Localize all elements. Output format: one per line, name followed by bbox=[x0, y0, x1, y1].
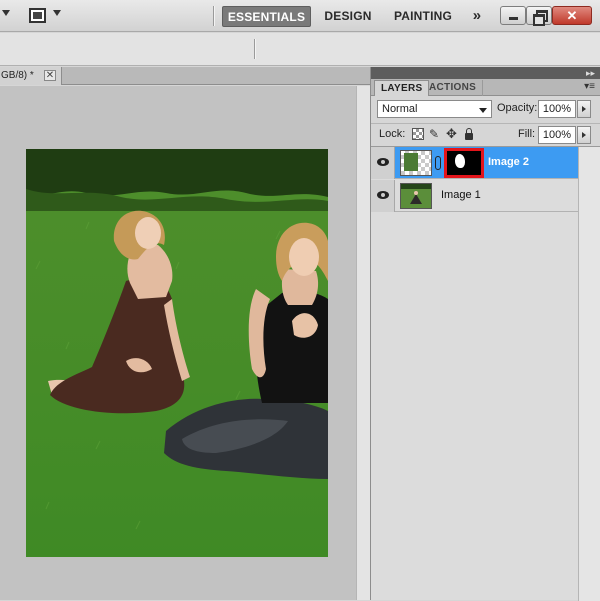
layer-thumbnail[interactable] bbox=[400, 150, 432, 176]
opacity-input[interactable]: 100% bbox=[538, 100, 576, 118]
layer-row-image-1[interactable]: Image 1 bbox=[371, 180, 578, 212]
layer-row-image-2[interactable]: Image 2 bbox=[371, 147, 578, 179]
dock-header: ▸▸ bbox=[371, 67, 600, 79]
lock-all-icon[interactable] bbox=[463, 128, 475, 140]
fill-slider-arrow-icon[interactable] bbox=[577, 126, 591, 144]
layer-name[interactable]: Image 2 bbox=[488, 156, 529, 168]
document-tab-title: GB/8) * bbox=[1, 70, 34, 81]
application-bar: ESSENTIALS DESIGN PAINTING » ✕ bbox=[0, 0, 600, 32]
layers-scrollbar[interactable] bbox=[578, 147, 600, 601]
minimize-button[interactable] bbox=[500, 6, 526, 25]
lock-transparent-pixels-icon[interactable] bbox=[412, 128, 424, 140]
lock-label: Lock: bbox=[379, 128, 406, 140]
screen-mode-dropdown-icon[interactable] bbox=[53, 10, 61, 16]
options-divider bbox=[254, 39, 256, 59]
layer-name[interactable]: Image 1 bbox=[441, 189, 481, 201]
opacity-label: Opacity: bbox=[497, 102, 538, 114]
tab-actions[interactable]: ACTIONS bbox=[423, 80, 484, 96]
blend-mode-select[interactable]: Normal bbox=[377, 100, 492, 118]
thumbnail-image bbox=[401, 184, 431, 208]
fill-label: Fill: bbox=[518, 128, 536, 140]
canvas-area[interactable] bbox=[0, 86, 356, 600]
photo-two-girls-on-grass bbox=[26, 149, 328, 557]
document-tab[interactable]: GB/8) * ✕ bbox=[0, 67, 62, 85]
lock-position-icon[interactable]: ✥ bbox=[446, 127, 458, 140]
dropdown-arrow-icon[interactable] bbox=[2, 10, 10, 16]
options-bar bbox=[0, 33, 600, 66]
document-image[interactable] bbox=[26, 149, 328, 557]
layer-thumbnail[interactable] bbox=[400, 183, 432, 209]
workspace-painting-button[interactable]: PAINTING bbox=[386, 6, 460, 27]
screen-mode-icon[interactable] bbox=[29, 8, 46, 23]
lock-image-pixels-icon[interactable]: ✎ bbox=[429, 128, 441, 140]
visibility-toggle[interactable] bbox=[371, 147, 395, 179]
collapse-to-icons-icon[interactable]: ▸▸ bbox=[586, 68, 595, 78]
panel-tab-bar: LAYERS ACTIONS ▾≡ bbox=[371, 79, 600, 96]
opacity-slider-arrow-icon[interactable] bbox=[577, 100, 591, 118]
restore-button[interactable] bbox=[526, 6, 552, 26]
tab-layers[interactable]: LAYERS bbox=[374, 80, 430, 96]
visibility-toggle[interactable] bbox=[371, 180, 395, 212]
more-workspaces-button[interactable]: » bbox=[466, 6, 488, 27]
link-chain-icon[interactable] bbox=[435, 156, 441, 170]
canvas-vertical-scrollbar[interactable] bbox=[356, 86, 370, 600]
panel-dock: ▸▸ LAYERS ACTIONS ▾≡ Normal Opacity: 100… bbox=[370, 67, 600, 601]
workspace-essentials-button[interactable]: ESSENTIALS bbox=[222, 6, 311, 27]
panel-menu-icon[interactable]: ▾≡ bbox=[584, 81, 595, 92]
close-window-button[interactable]: ✕ bbox=[552, 6, 592, 25]
layer-mask-thumbnail[interactable] bbox=[444, 148, 484, 178]
layers-list: Image 2 Image 1 bbox=[371, 146, 600, 601]
workspace-design-button[interactable]: DESIGN bbox=[318, 6, 378, 27]
eye-icon bbox=[377, 191, 389, 199]
toolbar-divider bbox=[213, 6, 215, 26]
close-document-icon[interactable]: ✕ bbox=[44, 70, 56, 81]
document-tab-bar: GB/8) * ✕ bbox=[0, 67, 370, 85]
lock-row: Lock: ✎ ✥ Fill: 100% bbox=[371, 123, 600, 145]
fill-input[interactable]: 100% bbox=[538, 126, 576, 144]
eye-icon bbox=[377, 158, 389, 166]
